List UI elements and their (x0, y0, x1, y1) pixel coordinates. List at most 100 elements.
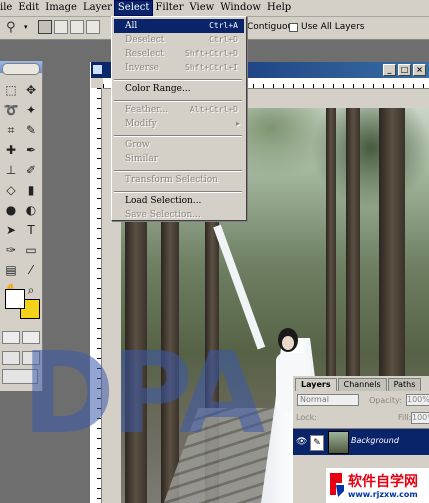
brush-tool-icon[interactable]: ✒ (22, 141, 40, 159)
slice-tool-icon[interactable]: ✎ (22, 121, 40, 139)
menu-select[interactable]: Select (113, 0, 154, 16)
menu-separator (114, 191, 242, 193)
marquee-tool-icon[interactable]: ⬚ (2, 81, 20, 99)
menu-item-inverse[interactable]: Inverse Shft+Ctrl+I (114, 61, 244, 75)
menu-separator (114, 100, 242, 102)
site-logo: 软件自学网 www.rjzxw.com (326, 468, 429, 503)
menu-item-feather[interactable]: Feather... Alt+Ctrl+D (114, 103, 244, 117)
eyedropper-tool-icon[interactable]: ⁄ (22, 261, 40, 279)
standard-mode-button[interactable] (2, 331, 20, 344)
layer-name: Background (351, 436, 399, 445)
eraser-tool-icon[interactable]: ◇ (2, 181, 20, 199)
menu-item-shortcut: Alt+Ctrl+D (189, 105, 238, 114)
lock-label: Lock: (296, 413, 317, 422)
menu-item-shortcut: Shft+Ctrl+I (185, 63, 238, 72)
menu-separator (114, 135, 242, 137)
menu-item-reselect[interactable]: Reselect Shft+Ctrl+D (114, 47, 244, 61)
menu-item-label: All (125, 21, 138, 31)
menu-item-transform-selection[interactable]: Transform Selection (114, 173, 244, 187)
healing-brush-icon[interactable]: ✚ (2, 141, 20, 159)
crop-tool-icon[interactable]: ⌗ (2, 121, 20, 139)
menu-item-label: Reselect (125, 49, 164, 59)
tool-grid: ⬚ ✥ ➰ ✦ ⌗ ✎ ✚ ✒ ⊥ ✐ ◇ ▮ ● ◐ ➤ T ✑ ▭ ▤ ⁄ … (2, 81, 40, 300)
menu-filter[interactable]: Filter (152, 1, 186, 15)
window-buttons: _ □ × (383, 64, 426, 76)
use-all-layers-checkbox[interactable] (289, 22, 298, 32)
brush-link-icon[interactable]: ✎ (310, 435, 324, 451)
menu-item-label: Modify (125, 119, 157, 129)
menu-edit[interactable]: Edit (15, 1, 42, 15)
minimize-button[interactable]: _ (383, 64, 396, 76)
maximize-button[interactable]: □ (398, 64, 411, 76)
blur-tool-icon[interactable]: ● (2, 201, 20, 219)
path-selection-icon[interactable]: ➤ (2, 221, 20, 239)
submenu-arrow-icon: ▸ (235, 119, 240, 128)
select-menu-dropdown: All Ctrl+A Deselect Ctrl+D Reselect Shft… (111, 16, 247, 221)
gradient-tool-icon[interactable]: ▮ (22, 181, 40, 199)
layer-thumbnail (328, 431, 349, 454)
selection-mode-buttons (38, 20, 100, 34)
tab-paths[interactable]: Paths (387, 378, 422, 391)
add-to-selection-button[interactable] (54, 20, 68, 34)
shape-tool-icon[interactable]: ▭ (22, 241, 40, 259)
foreground-color-swatch[interactable] (5, 289, 25, 309)
type-tool-icon[interactable]: T (22, 221, 40, 239)
menu-item-all[interactable]: All Ctrl+A (114, 19, 244, 33)
tab-layers[interactable]: Layers (295, 378, 337, 391)
menu-image[interactable]: Image (42, 1, 80, 15)
menu-item-shortcut: Ctrl+A (209, 21, 238, 30)
palette-tabs: Layers Channels Paths (295, 378, 422, 392)
menu-item-label: Load Selection... (125, 196, 202, 206)
menu-item-label: Deselect (125, 35, 165, 45)
tool-palette-header (2, 63, 40, 75)
menu-item-modify[interactable]: Modify ▸ (114, 117, 244, 131)
menu-help[interactable]: Help (264, 1, 294, 15)
magic-wand-tool-icon[interactable]: ✦ (22, 101, 40, 119)
opacity-field[interactable]: 100% (406, 394, 429, 406)
use-all-layers-option[interactable]: Use All Layers (289, 22, 364, 32)
lasso-tool-icon[interactable]: ➰ (2, 101, 20, 119)
tab-channels[interactable]: Channels (337, 378, 387, 391)
menu-item-label: Similar (125, 154, 159, 164)
menu-item-grow[interactable]: Grow (114, 138, 244, 152)
move-tool-icon[interactable]: ✥ (22, 81, 40, 99)
menu-item-load-selection[interactable]: Load Selection... (114, 194, 244, 208)
menu-item-deselect[interactable]: Deselect Ctrl+D (114, 33, 244, 47)
logo-url: www.rjzxw.com (348, 490, 418, 499)
new-selection-button[interactable] (38, 20, 52, 34)
fill-field[interactable]: 100% (411, 412, 429, 424)
fill-label: Fill: (398, 413, 412, 422)
screen-mode-standard-button[interactable] (2, 351, 20, 365)
blend-mode-select[interactable]: Normal (297, 394, 359, 406)
color-swatches (2, 287, 42, 331)
tool-preset-arrow-icon[interactable]: ▾ (24, 23, 28, 31)
subtract-selection-button[interactable] (70, 20, 84, 34)
clone-stamp-icon[interactable]: ⊥ (2, 161, 20, 179)
intersect-selection-button[interactable] (86, 20, 100, 34)
logo-mark-icon (330, 473, 344, 497)
menu-window[interactable]: Window (217, 1, 264, 15)
photo-tree-trunk (326, 108, 336, 408)
menu-item-label: Color Range... (125, 84, 191, 94)
menu-item-shortcut: Shft+Ctrl+D (185, 49, 238, 58)
use-all-layers-label: Use All Layers (301, 22, 365, 32)
magic-wand-icon[interactable]: ⚲ (6, 21, 22, 35)
dodge-tool-icon[interactable]: ◐ (22, 201, 40, 219)
photo-face (282, 336, 294, 350)
notes-tool-icon[interactable]: ▤ (2, 261, 20, 279)
menu-file[interactable]: ile (0, 1, 15, 15)
visibility-eye-icon[interactable]: 👁 (296, 437, 307, 447)
menu-item-label: Feather... (125, 105, 169, 115)
menu-item-label: Inverse (125, 63, 160, 73)
menu-item-color-range[interactable]: Color Range... (114, 82, 244, 96)
close-button[interactable]: × (413, 64, 426, 76)
menu-item-save-selection[interactable]: Save Selection... (114, 208, 244, 222)
menu-item-similar[interactable]: Similar (114, 152, 244, 166)
menu-view[interactable]: View (187, 1, 218, 15)
pen-tool-icon[interactable]: ✑ (2, 241, 20, 259)
menu-item-label: Transform Selection (125, 175, 218, 185)
menu-layer[interactable]: Layer (80, 1, 115, 15)
layer-row-background[interactable]: 👁 ✎ Background (293, 428, 429, 455)
menu-item-label: Grow (125, 140, 150, 150)
history-brush-icon[interactable]: ✐ (22, 161, 40, 179)
